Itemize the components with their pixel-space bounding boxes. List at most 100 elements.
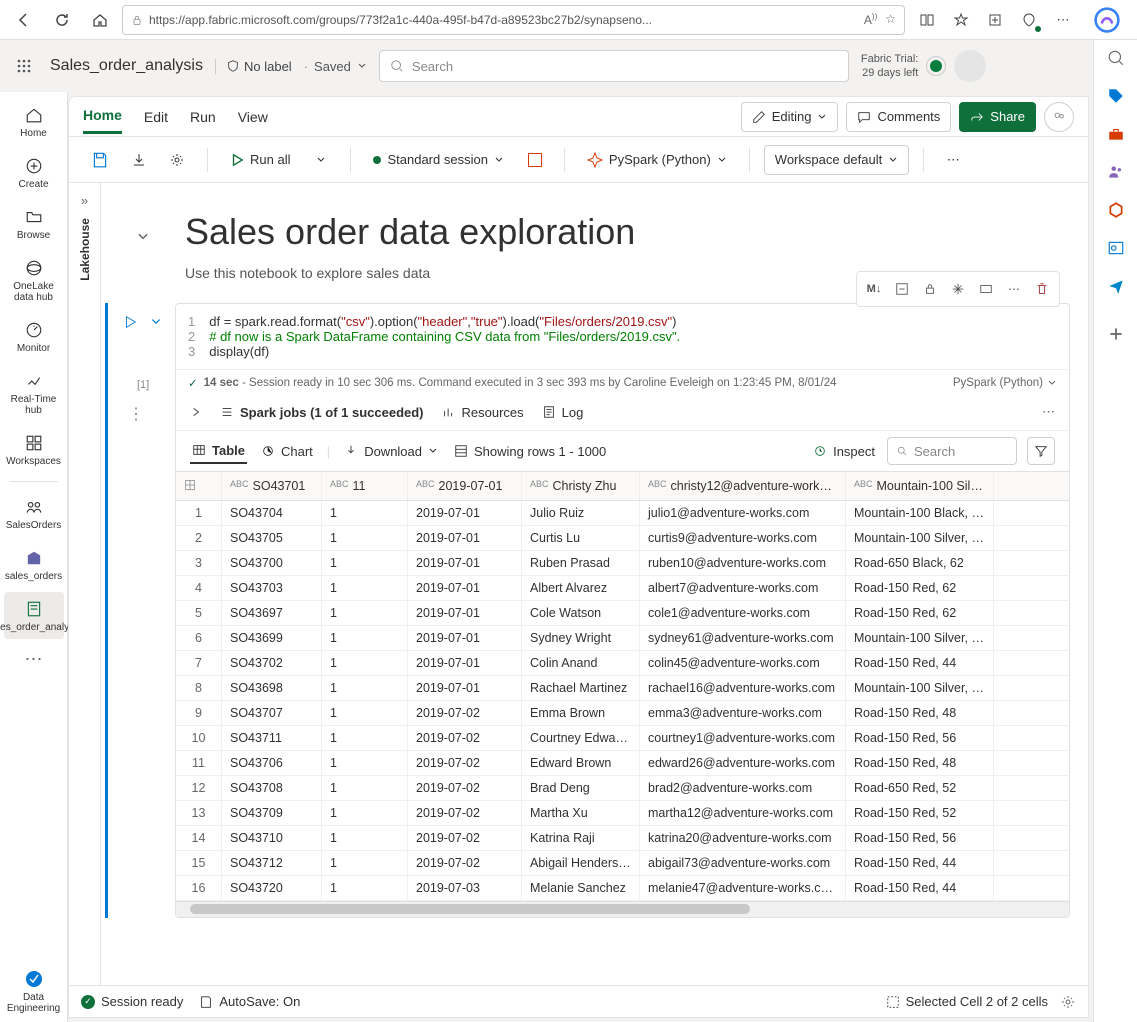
collapse-output-button[interactable] (190, 406, 202, 418)
save-status[interactable]: · Saved (304, 59, 367, 74)
download-button[interactable] (123, 145, 155, 175)
settings-button[interactable] (161, 145, 193, 175)
expand-panel-button[interactable]: » (81, 193, 88, 208)
table-row[interactable]: 10SO4371112019-07-02Courtney Edwardscour… (176, 726, 1069, 751)
status-settings-button[interactable] (1060, 994, 1076, 1010)
table-row[interactable]: 15SO4371212019-07-02Abigail Hendersonabi… (176, 851, 1069, 876)
table-row[interactable]: 3SO4370012019-07-01Ruben Prasadruben10@a… (176, 551, 1069, 576)
horizontal-scrollbar[interactable] (176, 901, 1069, 917)
nav-home[interactable]: Home (4, 98, 64, 145)
row-selector-header[interactable] (176, 472, 222, 500)
run-cell-button[interactable] (119, 311, 141, 333)
performance-icon[interactable] (1013, 4, 1045, 36)
collections-icon[interactable] (979, 4, 1011, 36)
inspect-button[interactable]: Inspect (811, 440, 877, 463)
filter-button[interactable] (1027, 437, 1055, 465)
editing-mode-button[interactable]: Editing (741, 102, 839, 132)
table-row[interactable]: 1SO4370412019-07-01Julio Ruizjulio1@adve… (176, 501, 1069, 526)
session-button[interactable]: Standard session (365, 145, 511, 175)
nav-monitor[interactable]: Monitor (4, 313, 64, 360)
table-search[interactable]: Search (887, 437, 1017, 465)
back-button[interactable] (8, 4, 40, 36)
split-screen-icon[interactable] (911, 4, 943, 36)
table-row[interactable]: 11SO4370612019-07-02Edward Brownedward26… (176, 751, 1069, 776)
column-header[interactable]: ABCMountain-100 Silver, 44 (846, 472, 994, 500)
refresh-button[interactable] (46, 4, 78, 36)
nav-more[interactable]: ⋯ (4, 643, 64, 676)
sensitivity-label[interactable]: No label (215, 59, 292, 74)
notebook-name[interactable]: Sales_order_analysis (50, 57, 203, 75)
column-header[interactable]: ABC2019-07-01 (408, 472, 522, 500)
table-row[interactable]: 6SO4369912019-07-01Sydney Wrightsydney61… (176, 626, 1069, 651)
cell-chevron-button[interactable] (145, 311, 167, 333)
stop-button[interactable] (520, 145, 550, 175)
trial-status[interactable]: Fabric Trial: 29 days left (861, 52, 918, 81)
nav-realtime[interactable]: Real-Time hub (4, 364, 64, 422)
nav-create[interactable]: Create (4, 149, 64, 196)
nav-notebook-current[interactable]: Sales_order_analysis (4, 592, 64, 639)
collapse-title-button[interactable] (131, 225, 155, 249)
freeze-cell-button[interactable] (945, 276, 971, 302)
cell-action-2[interactable] (973, 276, 999, 302)
user-avatar[interactable] (954, 50, 986, 82)
sidebar-toolbox-icon[interactable] (1104, 122, 1128, 146)
more-icon[interactable]: ⋯ (1047, 4, 1079, 36)
table-row[interactable]: 8SO4369812019-07-01Rachael Martinezracha… (176, 676, 1069, 701)
spark-jobs-tab[interactable]: Spark jobs (1 of 1 succeeded) (220, 405, 424, 420)
chart-view-tab[interactable]: Chart (259, 440, 315, 463)
download-results-button[interactable]: Download (342, 440, 440, 463)
output-more-button[interactable]: ⋯ (1042, 404, 1055, 420)
table-row[interactable]: 12SO4370812019-07-02Brad Dengbrad2@adven… (176, 776, 1069, 801)
toolbar-more[interactable]: ⋯ (938, 145, 968, 175)
app-launcher-icon[interactable] (10, 52, 38, 80)
tab-home[interactable]: Home (83, 99, 122, 134)
nav-browse[interactable]: Browse (4, 200, 64, 247)
table-row[interactable]: 4SO4370312019-07-01Albert Alvarezalbert7… (176, 576, 1069, 601)
trial-indicator[interactable] (926, 56, 946, 76)
kernel-button[interactable]: PySpark (Python) (579, 145, 735, 175)
home-button[interactable] (84, 4, 116, 36)
nav-onelake[interactable]: OneLake data hub (4, 251, 64, 309)
tab-view[interactable]: View (238, 101, 268, 133)
sidebar-add-icon[interactable] (1104, 322, 1128, 346)
address-bar[interactable]: https://app.fabric.microsoft.com/groups/… (122, 5, 905, 35)
cell-language[interactable]: PySpark (Python) (953, 377, 1057, 389)
resources-tab[interactable]: Resources (442, 405, 524, 420)
cell-more-button[interactable]: ⋯ (1001, 276, 1027, 302)
favorite-icon[interactable]: ☆ (885, 12, 896, 27)
table-row[interactable]: 9SO4370712019-07-02Emma Brownemma3@adven… (176, 701, 1069, 726)
table-row[interactable]: 13SO4370912019-07-02Martha Xumartha12@ad… (176, 801, 1069, 826)
convert-markdown-button[interactable]: M↓ (861, 276, 887, 302)
save-button[interactable] (83, 145, 117, 175)
copilot-icon[interactable] (1085, 0, 1129, 42)
log-tab[interactable]: Log (542, 405, 584, 420)
sidebar-send-icon[interactable] (1104, 274, 1128, 298)
delete-cell-button[interactable] (1029, 276, 1055, 302)
run-all-dropdown[interactable] (306, 145, 336, 175)
column-header[interactable]: ABC11 (322, 472, 408, 500)
presence-button[interactable] (1044, 102, 1074, 132)
nav-persona[interactable]: Data Engineering (4, 962, 64, 1022)
nav-salesorders-ws[interactable]: SalesOrders (4, 490, 64, 537)
global-search[interactable]: Search (379, 50, 849, 82)
column-header[interactable]: ABCchristy12@adventure-works.com (640, 472, 846, 500)
code-editor[interactable]: 1 2 3 df = spark.read.format("csv").opti… (176, 304, 1069, 369)
column-header[interactable]: ABCChristy Zhu (522, 472, 640, 500)
nav-workspaces[interactable]: Workspaces (4, 426, 64, 473)
table-row[interactable]: 16SO4372012019-07-03Melanie Sanchezmelan… (176, 876, 1069, 901)
run-all-button[interactable]: Run all (222, 145, 298, 175)
read-aloud-icon[interactable]: A)) (864, 12, 877, 27)
column-header[interactable]: ABCSO43701 (222, 472, 322, 500)
sidebar-tag-icon[interactable] (1104, 84, 1128, 108)
session-status[interactable]: ✓Session ready (81, 994, 183, 1009)
cell-action-1[interactable] (889, 276, 915, 302)
sidebar-outlook-icon[interactable] (1104, 236, 1128, 260)
sidebar-search-icon[interactable] (1104, 46, 1128, 70)
table-row[interactable]: 2SO4370512019-07-01Curtis Lucurtis9@adve… (176, 526, 1069, 551)
sidebar-office-icon[interactable] (1104, 198, 1128, 222)
tab-edit[interactable]: Edit (144, 101, 168, 133)
lock-cell-button[interactable] (917, 276, 943, 302)
tab-run[interactable]: Run (190, 101, 216, 133)
comments-button[interactable]: Comments (846, 102, 951, 132)
favorites-icon[interactable] (945, 4, 977, 36)
